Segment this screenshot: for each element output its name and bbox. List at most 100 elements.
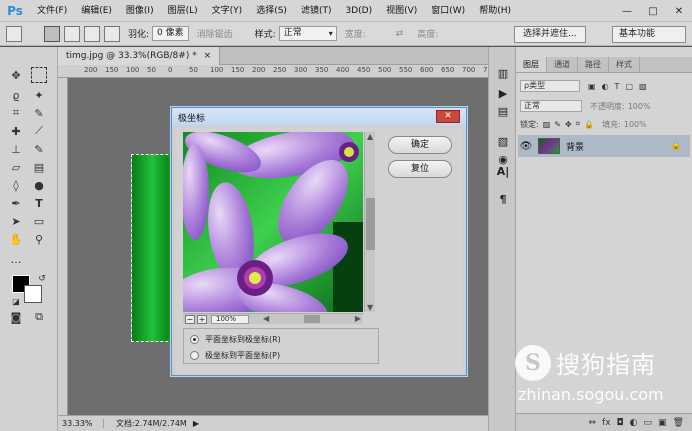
link-layers-icon[interactable]: ⇔ [589, 418, 597, 428]
close-window-button[interactable]: ✕ [666, 0, 692, 22]
actions-play-icon[interactable]: ▶ [495, 85, 511, 101]
antialias-checkbox[interactable]: 消除锯齿 [197, 27, 233, 40]
menu-image[interactable]: 图像(I) [119, 0, 161, 22]
background-color-swatch[interactable] [24, 285, 42, 303]
scroll-right-icon[interactable]: ▶ [355, 314, 361, 323]
filter-image-icon[interactable]: ▣ [588, 82, 596, 91]
menu-3d[interactable]: 3D(D) [338, 0, 379, 22]
radio-rect-to-polar-dot[interactable] [190, 335, 199, 344]
menu-view[interactable]: 视图(V) [379, 0, 424, 22]
lock-all-icon[interactable]: 🔒 [584, 120, 594, 129]
maximize-button[interactable]: □ [640, 0, 666, 22]
brush-panel-icon[interactable]: ▧ [495, 133, 511, 149]
dodge-tool-icon[interactable]: ● [31, 177, 47, 193]
clone-stamp-tool-icon[interactable]: ⊥ [8, 141, 24, 157]
zoom-tool-icon[interactable]: ⚲ [31, 231, 47, 247]
paragraph-panel-icon[interactable]: ¶ [495, 191, 511, 207]
filter-type-icon[interactable]: T [615, 82, 620, 91]
opacity-input[interactable]: 100% [628, 102, 651, 111]
menu-type[interactable]: 文字(Y) [205, 0, 250, 22]
brush-tool-icon[interactable]: ⟋ [31, 123, 47, 139]
zoom-out-button[interactable]: − [185, 314, 195, 324]
menu-help[interactable]: 帮助(H) [472, 0, 518, 22]
type-tool-icon[interactable]: T [31, 195, 47, 211]
magic-wand-tool-icon[interactable]: ✦ [31, 87, 47, 103]
filter-preview[interactable] [183, 132, 363, 312]
blend-mode-select[interactable]: 正常 [520, 100, 582, 112]
tab-layers[interactable]: 图层 [516, 57, 547, 72]
layer-style-icon[interactable]: fx [602, 418, 611, 428]
lock-artboard-icon[interactable]: ⌗ [576, 119, 581, 129]
hand-tool-icon[interactable]: ✋ [8, 231, 24, 247]
tab-paths[interactable]: 路径 [578, 57, 609, 72]
new-group-icon[interactable]: ▭ [644, 418, 653, 428]
intersect-selection-icon[interactable] [104, 25, 120, 42]
zoom-in-button[interactable]: + [197, 314, 207, 324]
path-selection-tool-icon[interactable]: ➤ [8, 213, 24, 229]
add-mask-icon[interactable]: ◘ [617, 418, 624, 428]
fill-input[interactable]: 100% [624, 120, 647, 129]
minimize-button[interactable]: — [614, 0, 640, 22]
document-tab[interactable]: timg.jpg @ 33.3%(RGB/8#) * × [58, 47, 221, 65]
gradient-tool-icon[interactable]: ▤ [31, 159, 47, 175]
radio-polar-to-rect[interactable]: 极坐标到平面坐标(P) [190, 350, 280, 361]
lock-paint-icon[interactable]: ✎ [554, 120, 561, 129]
adjustment-layer-icon[interactable]: ◐ [630, 418, 638, 428]
scroll-up-icon[interactable]: ▲ [367, 132, 373, 141]
filter-smart-icon[interactable]: ▨ [639, 82, 647, 91]
blur-tool-icon[interactable]: ◊ [8, 177, 24, 193]
filter-adjust-icon[interactable]: ◐ [602, 82, 609, 91]
marquee-tool-icon[interactable] [31, 67, 47, 83]
tab-styles[interactable]: 样式 [609, 57, 640, 72]
zoom-value[interactable]: 100% [211, 314, 249, 324]
menu-edit[interactable]: 编辑(E) [74, 0, 119, 22]
layer-filter-select[interactable]: ρ类型 [520, 80, 580, 92]
dialog-close-button[interactable]: ✕ [436, 110, 460, 123]
eyedropper-tool-icon[interactable]: ✎ [31, 105, 47, 121]
screen-mode-icon[interactable]: ⧉ [31, 309, 47, 325]
menu-filter[interactable]: 滤镜(T) [294, 0, 339, 22]
shape-tool-icon[interactable]: ▭ [31, 213, 47, 229]
style-select[interactable]: 正常 [278, 26, 337, 41]
radio-rect-to-polar[interactable]: 平面坐标到极坐标(R) [190, 334, 281, 345]
reset-button[interactable]: 复位 [388, 160, 452, 178]
status-zoom[interactable]: 33.33% [58, 419, 104, 428]
menu-select[interactable]: 选择(S) [249, 0, 294, 22]
crop-tool-icon[interactable]: ⌗ [8, 105, 24, 121]
menu-layer[interactable]: 图层(L) [161, 0, 205, 22]
swap-colors-icon[interactable]: ↺ [34, 271, 50, 287]
subtract-selection-icon[interactable] [84, 25, 100, 42]
radio-polar-to-rect-dot[interactable] [190, 351, 199, 360]
lasso-tool-icon[interactable]: ϱ [8, 87, 24, 103]
healing-brush-tool-icon[interactable]: ✚ [8, 123, 24, 139]
visibility-eye-icon[interactable]: 👁 [518, 141, 534, 152]
quick-mask-icon[interactable]: ◙ [8, 309, 24, 325]
history-panel-icon[interactable]: ▥ [495, 65, 511, 81]
swap-icon[interactable]: ⇄ [396, 29, 404, 39]
eraser-tool-icon[interactable]: ▱ [8, 159, 24, 175]
menu-file[interactable]: 文件(F) [30, 0, 74, 22]
lock-pixels-icon[interactable]: ▨ [543, 120, 551, 129]
select-and-mask-button[interactable]: 选择并遮住... [514, 26, 586, 43]
filter-shape-icon[interactable]: ▢ [625, 82, 633, 91]
dialog-title-bar[interactable]: 极坐标 ✕ [172, 108, 466, 126]
layer-row-background[interactable]: 👁 背景 🔒 [518, 135, 690, 157]
new-layer-icon[interactable]: ▣ [658, 418, 667, 428]
feather-input[interactable]: 0 像素 [152, 26, 189, 41]
status-menu-arrow-icon[interactable]: ▶ [193, 419, 199, 428]
marquee-tool-preset-icon[interactable] [6, 25, 22, 42]
tab-channels[interactable]: 通道 [547, 57, 578, 72]
horizontal-scroll-thumb[interactable] [304, 315, 320, 323]
more-tools-icon[interactable]: … [8, 251, 24, 267]
default-colors-icon[interactable]: ◪ [8, 293, 24, 309]
pen-tool-icon[interactable]: ✒ [8, 195, 24, 211]
new-selection-icon[interactable] [44, 25, 60, 42]
character-panel-icon[interactable]: A| [495, 163, 511, 179]
history-brush-tool-icon[interactable]: ✎ [31, 141, 47, 157]
preview-vertical-scrollbar[interactable]: ▲ ▼ [364, 132, 375, 312]
lock-move-icon[interactable]: ✥ [565, 120, 572, 129]
scroll-left-icon[interactable]: ◀ [263, 314, 269, 323]
ok-button[interactable]: 确定 [388, 136, 452, 154]
workspace-select[interactable]: 基本功能 [612, 26, 686, 43]
menu-window[interactable]: 窗口(W) [424, 0, 472, 22]
